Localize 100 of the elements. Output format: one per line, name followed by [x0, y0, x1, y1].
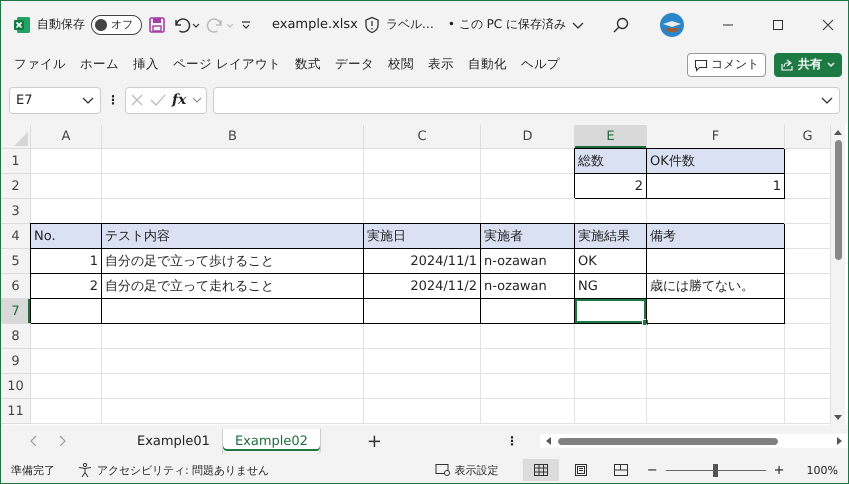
zoom-slider-thumb[interactable] [712, 464, 718, 476]
ribbon-tab[interactable]: 自動化 [460, 52, 514, 77]
autosave-label: 自動保存 [37, 16, 85, 33]
cancel-icon [130, 93, 144, 107]
ribbon-tab[interactable]: ホーム [73, 52, 126, 77]
column-header[interactable]: E [575, 125, 647, 149]
avatar[interactable] [660, 12, 684, 36]
ribbon-tab[interactable]: 挿入 [126, 52, 166, 77]
table-cell [575, 349, 647, 374]
ribbon-tab[interactable]: ヘルプ [514, 52, 567, 77]
scroll-up-icon[interactable] [833, 128, 843, 136]
row-header[interactable]: 1 [1, 149, 31, 174]
table-cell [31, 349, 102, 374]
table-cell: 1 [647, 174, 785, 199]
header-cell: 備考 [647, 224, 785, 249]
sheet-tab[interactable]: Example02 [222, 428, 321, 454]
save-status[interactable]: • この PC に保存済み [448, 16, 566, 33]
table-cell [31, 399, 102, 424]
more-options[interactable]: ⋮ [107, 93, 119, 107]
row-header[interactable]: 7 [1, 299, 31, 324]
name-box[interactable]: E7 [9, 86, 101, 114]
ribbon-tab[interactable]: 校閲 [380, 52, 421, 77]
add-sheet-button[interactable]: + [360, 430, 388, 452]
file-name: example.xlsx [272, 17, 358, 32]
share-icon [780, 58, 794, 72]
row-header[interactable]: 11 [1, 399, 31, 424]
table-cell [575, 374, 647, 399]
row-header[interactable]: 5 [1, 249, 31, 274]
row-header[interactable]: 10 [1, 374, 31, 399]
share-button[interactable]: 共有 [774, 52, 842, 76]
normal-view-button[interactable] [522, 459, 559, 481]
sensitivity-label[interactable]: ラベル… [386, 16, 434, 33]
table-cell: n-ozawan [481, 274, 575, 299]
zoom-out-button[interactable]: − [646, 462, 658, 478]
spreadsheet-app-icon [13, 16, 31, 34]
split-page-icon [612, 463, 629, 477]
check-icon [150, 93, 166, 107]
insert-function-button[interactable]: fx [172, 92, 186, 108]
row-header[interactable]: 4 [1, 224, 31, 249]
row-header[interactable]: 8 [1, 324, 31, 349]
header-cell: No. [31, 224, 102, 249]
accessibility-status[interactable]: アクセシビリティ: 問題ありません [97, 462, 270, 478]
table-cell: 2024/11/2 [364, 274, 481, 299]
comment-button[interactable]: コメント [687, 52, 766, 76]
shield-icon[interactable] [364, 16, 380, 34]
chevron-down-icon[interactable] [572, 20, 584, 30]
caret-icon [826, 60, 836, 68]
search-icon[interactable] [612, 16, 630, 34]
ribbon-tab[interactable]: 数式 [288, 52, 328, 77]
table-cell [575, 324, 647, 349]
next-sheet-icon [57, 435, 67, 447]
table-cell [31, 299, 102, 324]
autosave-toggle[interactable]: オフ [91, 14, 142, 34]
row-header[interactable]: 6 [1, 274, 31, 299]
accessibility-icon[interactable] [77, 462, 93, 478]
row-header[interactable]: 9 [1, 349, 31, 374]
column-header[interactable]: C [364, 125, 481, 149]
header-cell: 実施日 [364, 224, 481, 249]
horizontal-scrollbar[interactable] [540, 434, 848, 448]
table-cell: 歳には勝てない。 [647, 274, 785, 299]
zoom-in-button[interactable]: + [774, 462, 785, 478]
ribbon-tab[interactable]: ページ レイアウト [166, 52, 288, 77]
table-cell [31, 324, 102, 349]
column-header[interactable]: G [785, 125, 831, 149]
header-cell: 実施結果 [575, 224, 647, 249]
column-header[interactable]: F [647, 125, 785, 149]
display-settings[interactable]: 表示設定 [454, 462, 499, 478]
ribbon-tab[interactable]: データ [328, 52, 381, 77]
table-cell [31, 374, 102, 399]
grid-icon [532, 463, 549, 477]
redo-icon [206, 16, 234, 34]
header-cell: テスト内容 [102, 224, 364, 249]
table-cell: n-ozawan [481, 249, 575, 274]
formula-field[interactable] [213, 86, 840, 114]
table-cell: OK [575, 249, 647, 274]
customize-caret-icon[interactable] [240, 18, 252, 30]
header-cell: OK件数 [647, 149, 785, 174]
column-header[interactable]: B [102, 125, 364, 149]
table-cell: 1 [31, 249, 102, 274]
display-settings-icon[interactable] [434, 463, 451, 477]
zoom-level[interactable]: 100% [806, 464, 838, 476]
status-text: 準備完了 [11, 462, 55, 478]
scroll-right-icon[interactable] [836, 436, 844, 446]
table-cell: 自分の足で立って歩けること [102, 249, 364, 274]
close-icon[interactable] [822, 18, 834, 30]
scroll-left-icon[interactable] [544, 436, 552, 446]
expand-chevron-icon[interactable] [821, 95, 833, 105]
maximize-icon[interactable] [772, 18, 784, 30]
column-header[interactable]: D [481, 125, 575, 149]
scroll-down-icon[interactable] [833, 414, 843, 422]
column-header[interactable]: A [31, 125, 102, 149]
table-cell: 2 [31, 274, 102, 299]
row-header[interactable]: 2 [1, 174, 31, 199]
row-header[interactable]: 3 [1, 199, 31, 224]
ribbon-tab[interactable]: ファイル [7, 52, 73, 77]
save-icon[interactable] [148, 16, 166, 34]
more-options[interactable]: ⋮ [506, 434, 518, 448]
table-cell: NG [575, 274, 647, 299]
ribbon-tab[interactable]: 表示 [420, 52, 461, 77]
table-cell: 自分の足で立って走れること [102, 274, 364, 299]
